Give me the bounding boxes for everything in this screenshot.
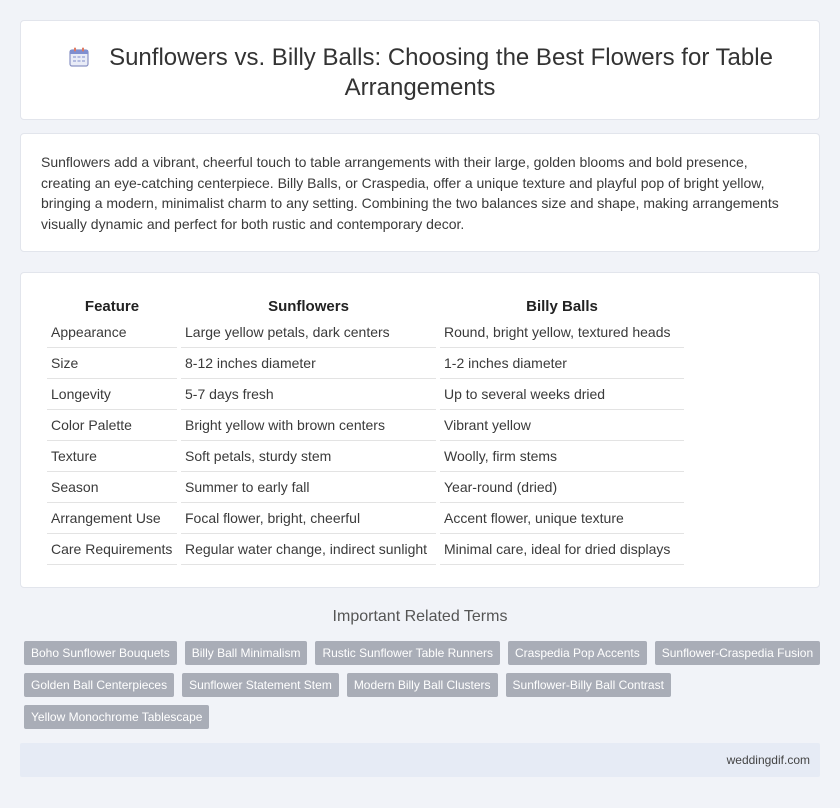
cell-billy-balls: 1-2 inches diameter: [440, 348, 684, 379]
related-term-tag[interactable]: Modern Billy Ball Clusters: [346, 673, 498, 697]
table-row: Texture Soft petals, sturdy stem Woolly, f…: [47, 441, 684, 472]
header-billy-balls: Billy Balls: [526, 297, 598, 315]
cell-feature: Size: [47, 348, 177, 379]
cell-billy-balls: Accent flower, unique texture: [440, 503, 684, 534]
related-terms-list: Boho Sunflower Bouquets Billy Ball Minima…: [24, 641, 824, 729]
related-term-tag[interactable]: Yellow Monochrome Tablescape: [24, 705, 210, 729]
cell-billy-balls: Year-round (dried): [440, 472, 684, 503]
cell-sunflowers: 8-12 inches diameter: [181, 348, 436, 379]
related-term-tag[interactable]: Billy Ball Minimalism: [184, 641, 308, 665]
footer: weddingdif.com: [20, 743, 820, 777]
related-term-tag[interactable]: Rustic Sunflower Table Runners: [315, 641, 500, 665]
cell-feature: Arrangement Use: [47, 503, 177, 534]
table-row: Season Summer to early fall Year-round (dr…: [47, 472, 684, 503]
table-row: Color Palette Bright yellow with brown ce…: [47, 410, 684, 441]
cell-sunflowers: Summer to early fall: [181, 472, 436, 503]
cell-billy-balls: Woolly, firm stems: [440, 441, 684, 472]
related-term-tag[interactable]: Boho Sunflower Bouquets: [24, 641, 177, 665]
cell-feature: Appearance: [47, 317, 177, 348]
related-term-tag[interactable]: Craspedia Pop Accents: [507, 641, 647, 665]
cell-sunflowers: Focal flower, bright, cheerful: [181, 503, 436, 534]
calendar-icon: [67, 45, 91, 69]
page-title: Sunflowers vs. Billy Balls: Choosing the…: [109, 44, 773, 101]
related-term-tag[interactable]: Sunflower-Billy Ball Contrast: [505, 673, 671, 697]
comparison-card: Feature Sunflowers Billy Balls Appearanc…: [20, 272, 820, 588]
cell-feature: Color Palette: [47, 410, 177, 441]
table-row: Care Requirements Regular water change, i…: [47, 534, 684, 565]
header-feature: Feature: [84, 297, 140, 315]
table-row: Longevity 5-7 days fresh Up to several wee…: [47, 379, 684, 410]
related-term-tag[interactable]: Sunflower Statement Stem: [182, 673, 339, 697]
cell-feature: Texture: [47, 441, 177, 472]
cell-sunflowers: 5-7 days fresh: [181, 379, 436, 410]
cell-feature: Longevity: [47, 379, 177, 410]
table-row: Size 8-12 inches diameter 1-2 inches diame…: [47, 348, 684, 379]
cell-sunflowers: Large yellow petals, dark centers: [181, 317, 436, 348]
cell-sunflowers: Soft petals, sturdy stem: [181, 441, 436, 472]
related-terms-title: Important Related Terms: [332, 608, 508, 625]
cell-feature: Care Requirements: [47, 534, 177, 565]
header-sunflowers: Sunflowers: [268, 297, 349, 315]
cell-billy-balls: Up to several weeks dried: [440, 379, 684, 410]
footer-site: weddingdif.com: [726, 753, 810, 767]
cell-billy-balls: Round, bright yellow, textured heads: [440, 317, 684, 348]
intro-paragraph: Sunflowers add a vibrant, cheerful touch…: [41, 154, 779, 232]
cell-billy-balls: Vibrant yellow: [440, 410, 684, 441]
cell-sunflowers: Bright yellow with brown centers: [181, 410, 436, 441]
comparison-table: Feature Sunflowers Billy Balls Appearanc…: [43, 293, 688, 565]
related-term-tag[interactable]: Sunflower-Craspedia Fusion: [654, 641, 821, 665]
table-body: Appearance Large yellow petals, dark cent…: [47, 317, 684, 565]
cell-feature: Season: [47, 472, 177, 503]
table-row: Appearance Large yellow petals, dark cent…: [47, 317, 684, 348]
title-wrap: Sunflowers vs. Billy Balls: Choosing the…: [61, 43, 779, 103]
cell-billy-balls: Minimal care, ideal for dried displays: [440, 534, 684, 565]
intro-card: Sunflowers add a vibrant, cheerful touch…: [20, 133, 820, 252]
table-row: Arrangement Use Focal flower, bright, che…: [47, 503, 684, 534]
title-card: Sunflowers vs. Billy Balls: Choosing the…: [20, 20, 820, 120]
related-term-tag[interactable]: Golden Ball Centerpieces: [24, 673, 175, 697]
cell-sunflowers: Regular water change, indirect sunlight: [181, 534, 436, 565]
table-header-row: Feature Sunflowers Billy Balls: [47, 293, 684, 317]
